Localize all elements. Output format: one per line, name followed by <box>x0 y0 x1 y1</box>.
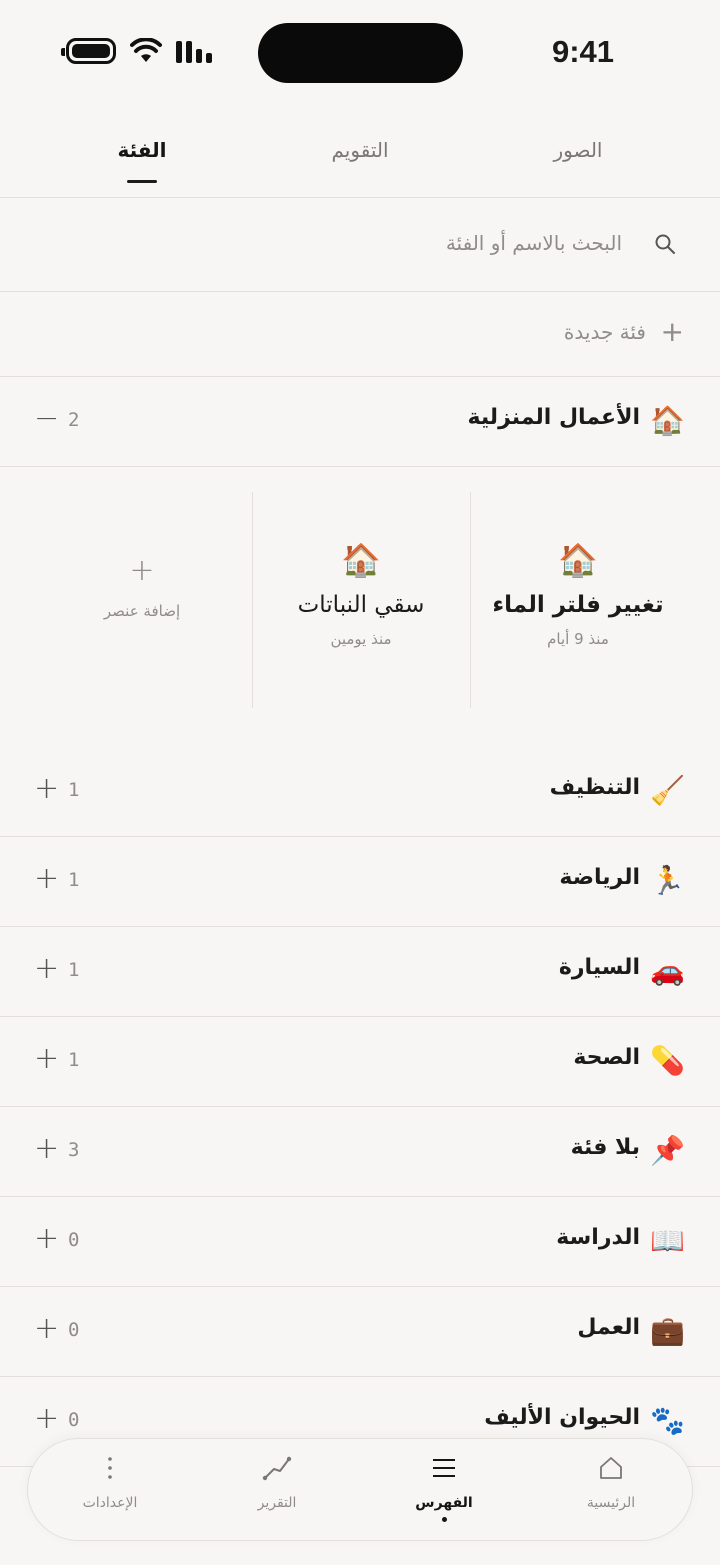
category-count: 0 <box>68 1229 80 1251</box>
nav-report[interactable]: التقرير <box>217 1453 337 1511</box>
category-row[interactable]: 📌 بلا فئة 3 + <box>0 1107 720 1197</box>
item-card[interactable]: 🏠 تغيير فلتر الماء منذ 9 أيام <box>470 492 686 708</box>
new-category-button[interactable]: + فئة جديدة <box>0 292 720 377</box>
item-title: تغيير فلتر الماء <box>492 592 664 618</box>
bottom-nav: الرئيسية الفهرس التقرير الإعدادات <box>27 1438 693 1541</box>
nav-label: الإعدادات <box>82 1495 138 1511</box>
category-name: الصحة <box>573 1045 640 1070</box>
nav-settings[interactable]: الإعدادات <box>50 1453 170 1511</box>
signal-icon <box>176 39 212 63</box>
tab-category[interactable]: الفئة <box>117 138 166 162</box>
category-row[interactable]: 💼 العمل 0 + <box>0 1287 720 1377</box>
category-row[interactable]: 🚗 السيارة 1 + <box>0 927 720 1017</box>
expand-icon[interactable]: + <box>34 1041 59 1077</box>
category-name: السيارة <box>558 955 640 980</box>
category-name: التنظيف <box>549 775 640 800</box>
dynamic-island <box>258 23 463 83</box>
category-count: 1 <box>68 779 80 801</box>
nav-home[interactable]: الرئيسية <box>551 1453 671 1511</box>
book-icon: 📖 <box>650 1224 685 1257</box>
add-item-button[interactable]: + إضافة عنصر <box>36 492 248 708</box>
category-count: 0 <box>68 1409 80 1431</box>
category-name: العمل <box>577 1315 640 1340</box>
expand-icon[interactable]: + <box>34 1311 59 1347</box>
category-name: الحيوان الأليف <box>484 1405 640 1430</box>
category-count: 0 <box>68 1319 80 1341</box>
house-icon: 🏠 <box>650 404 685 437</box>
plus-icon: + <box>129 553 155 588</box>
expand-icon[interactable]: + <box>34 1401 59 1437</box>
status-bar: 9:41 <box>0 0 720 100</box>
item-last-done: منذ 9 أيام <box>547 630 609 648</box>
category-count: 3 <box>68 1139 80 1161</box>
broom-icon: 🧹 <box>650 774 685 807</box>
add-item-label: إضافة عنصر <box>103 602 181 620</box>
top-tabs: الصور التقويم الفئة <box>0 120 720 198</box>
nav-index[interactable]: الفهرس <box>384 1453 504 1522</box>
car-icon: 🚗 <box>650 954 685 987</box>
divider <box>470 492 471 708</box>
category-row[interactable]: 💊 الصحة 1 + <box>0 1017 720 1107</box>
category-row[interactable]: 📖 الدراسة 0 + <box>0 1197 720 1287</box>
category-count: 2 <box>68 409 80 431</box>
runner-icon: 🏃 <box>650 864 685 897</box>
expand-icon[interactable]: + <box>34 771 59 807</box>
tab-photos[interactable]: الصور <box>554 138 603 162</box>
item-title: سقي النباتات <box>297 592 425 618</box>
expand-icon[interactable]: + <box>34 861 59 897</box>
briefcase-icon: 💼 <box>650 1314 685 1347</box>
active-tab-indicator <box>127 180 157 183</box>
chart-line-icon <box>262 1456 292 1481</box>
new-category-label: فئة جديدة <box>563 320 646 344</box>
battery-icon <box>61 38 116 64</box>
nav-label: الرئيسية <box>586 1495 636 1511</box>
wifi-icon <box>130 38 162 62</box>
category-count: 1 <box>68 959 80 981</box>
category-name: الرياضة <box>559 865 640 890</box>
category-name: الأعمال المنزلية <box>467 405 640 430</box>
nav-label: الفهرس <box>415 1495 473 1511</box>
active-nav-dot <box>441 1517 447 1522</box>
menu-icon <box>433 1459 455 1477</box>
tab-calendar[interactable]: التقويم <box>331 138 388 162</box>
collapse-icon[interactable]: − <box>34 401 59 437</box>
plus-icon: + <box>660 315 684 348</box>
nav-label: التقرير <box>257 1495 297 1511</box>
category-row[interactable]: 🏃 الرياضة 1 + <box>0 837 720 927</box>
item-last-done: منذ يومين <box>330 630 392 648</box>
category-name: الدراسة <box>556 1225 640 1250</box>
category-items: 🏠 تغيير فلتر الماء منذ 9 أيام 🏠 سقي النب… <box>0 467 720 747</box>
divider <box>252 492 253 708</box>
category-name: بلا فئة <box>570 1135 640 1160</box>
item-card[interactable]: 🏠 سقي النباتات منذ يومين <box>253 492 469 708</box>
category-row[interactable]: 🧹 التنظيف 1 + <box>0 747 720 837</box>
search-input[interactable]: البحث بالاسم أو الفئة <box>446 231 622 255</box>
more-vertical-icon <box>108 1457 112 1479</box>
status-icons <box>61 38 212 64</box>
category-row-household[interactable]: 🏠 الأعمال المنزلية 2 − <box>0 377 720 467</box>
category-count: 1 <box>68 1049 80 1071</box>
pill-icon: 💊 <box>650 1044 685 1077</box>
category-count: 1 <box>68 869 80 891</box>
status-time: 9:41 <box>551 34 614 69</box>
paw-icon: 🐾 <box>650 1404 685 1437</box>
expand-icon[interactable]: + <box>34 1221 59 1257</box>
house-icon: 🏠 <box>558 541 598 579</box>
search-icon <box>655 234 675 254</box>
home-icon <box>600 1457 622 1479</box>
house-icon: 🏠 <box>341 541 381 579</box>
expand-icon[interactable]: + <box>34 1131 59 1167</box>
pushpin-icon: 📌 <box>650 1134 685 1167</box>
expand-icon[interactable]: + <box>34 951 59 987</box>
search-bar[interactable]: البحث بالاسم أو الفئة <box>0 198 720 292</box>
